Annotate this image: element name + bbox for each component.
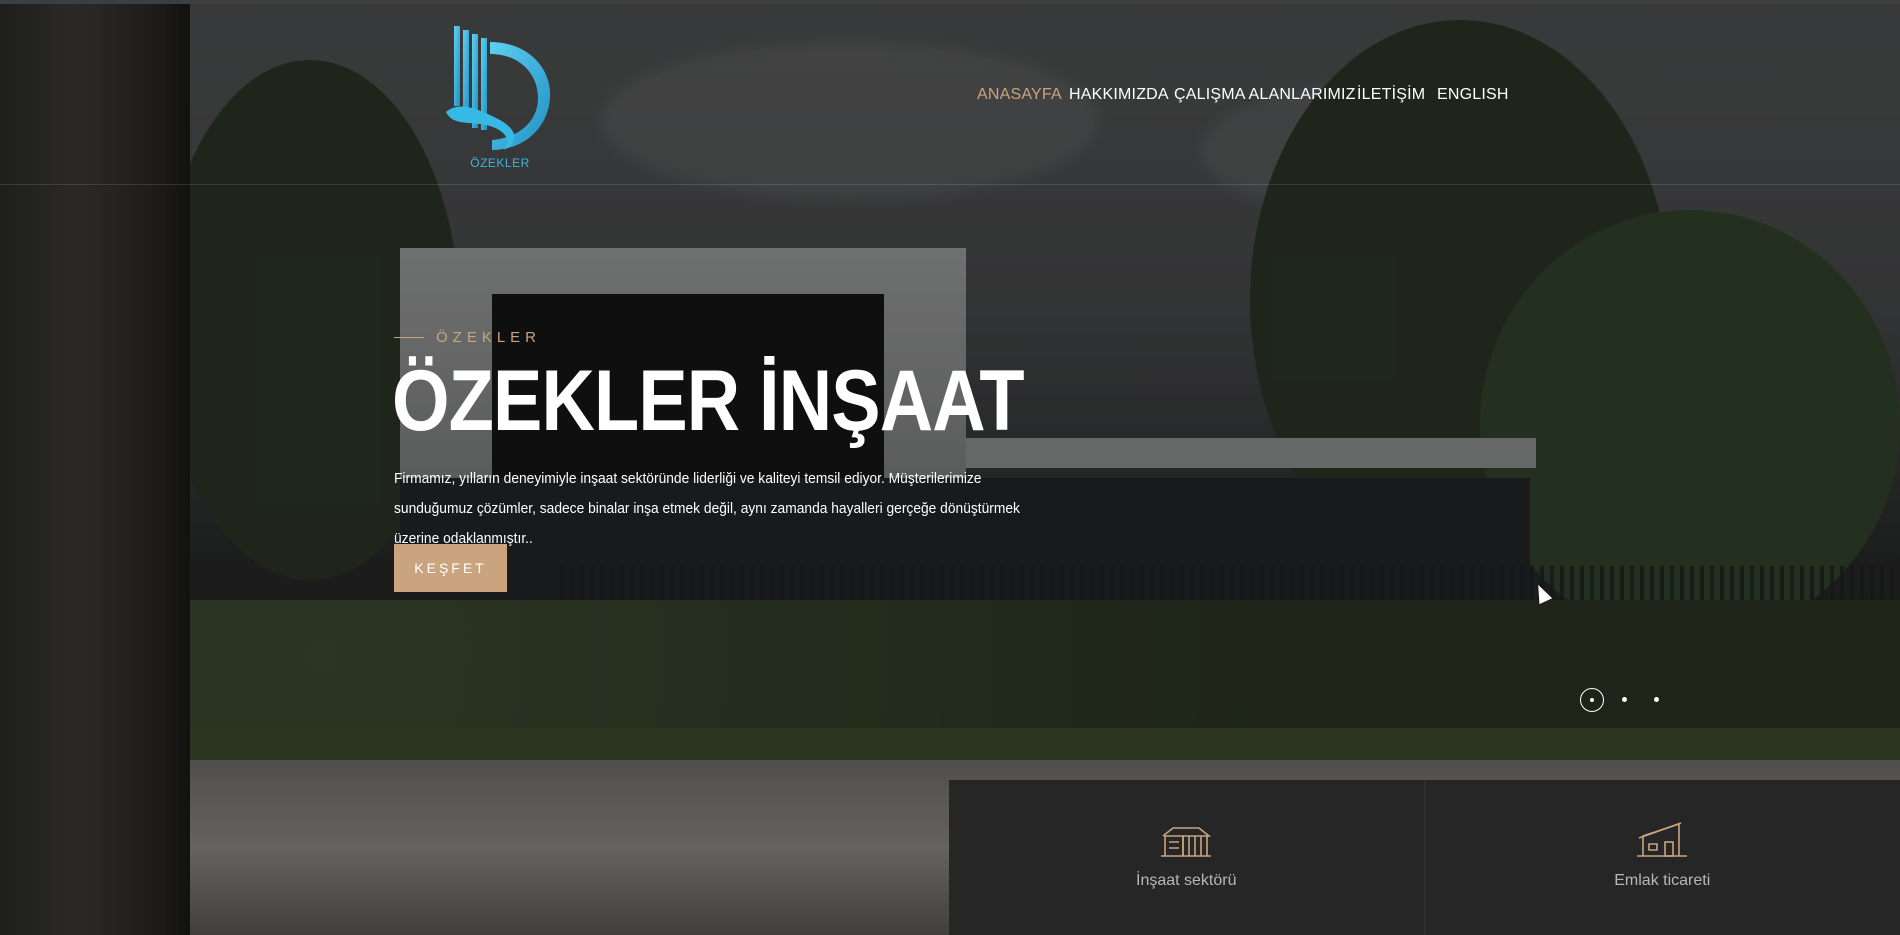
main-navigation: ANASAYFA HAKKIMIZDA ÇALIŞMA ALANLARIMIZ … (0, 86, 1900, 106)
hero-title: ÖZEKLER İNŞAAT (392, 353, 1025, 449)
nav-item-english[interactable]: ENGLISH (1437, 86, 1509, 104)
card-label: İnşaat sektörü (1136, 872, 1237, 889)
building-icon (1161, 827, 1212, 857)
logo-text: ÖZEKLER (470, 156, 530, 170)
card-emlak-ticareti[interactable]: Emlak ticareti (1424, 780, 1900, 935)
hero-eyebrow: ÖZEKLER (394, 329, 541, 346)
eyebrow-text: ÖZEKLER (436, 329, 542, 346)
service-cards: İnşaat sektörü Emlak ticareti (949, 780, 1900, 935)
eyebrow-line (394, 337, 424, 338)
nav-item-hakkimizda[interactable]: HAKKIMIZDA (1069, 86, 1169, 104)
site-header: ÖZEKLER ANASAYFA HAKKIMIZDA ÇALIŞMA ALAN… (0, 4, 1900, 185)
hero-description: Firmamız, yılların deneyimiyle inşaat se… (394, 470, 1020, 547)
slider-dot-1[interactable] (1580, 688, 1604, 712)
nav-item-iletisim[interactable]: İLETİŞİM (1357, 86, 1425, 104)
nav-item-calisma-alanlarimiz[interactable]: ÇALIŞMA ALANLARIMIZ (1174, 86, 1356, 104)
nav-item-anasayfa[interactable]: ANASAYFA (977, 86, 1062, 104)
discover-button[interactable]: KEŞFET (394, 544, 507, 592)
house-icon (1637, 822, 1688, 857)
card-insaat-sektoru[interactable]: İnşaat sektörü (949, 780, 1425, 935)
slider-dot-2[interactable] (1622, 697, 1627, 702)
slider-dot-3[interactable] (1654, 697, 1659, 702)
card-label: Emlak ticareti (1614, 872, 1711, 889)
